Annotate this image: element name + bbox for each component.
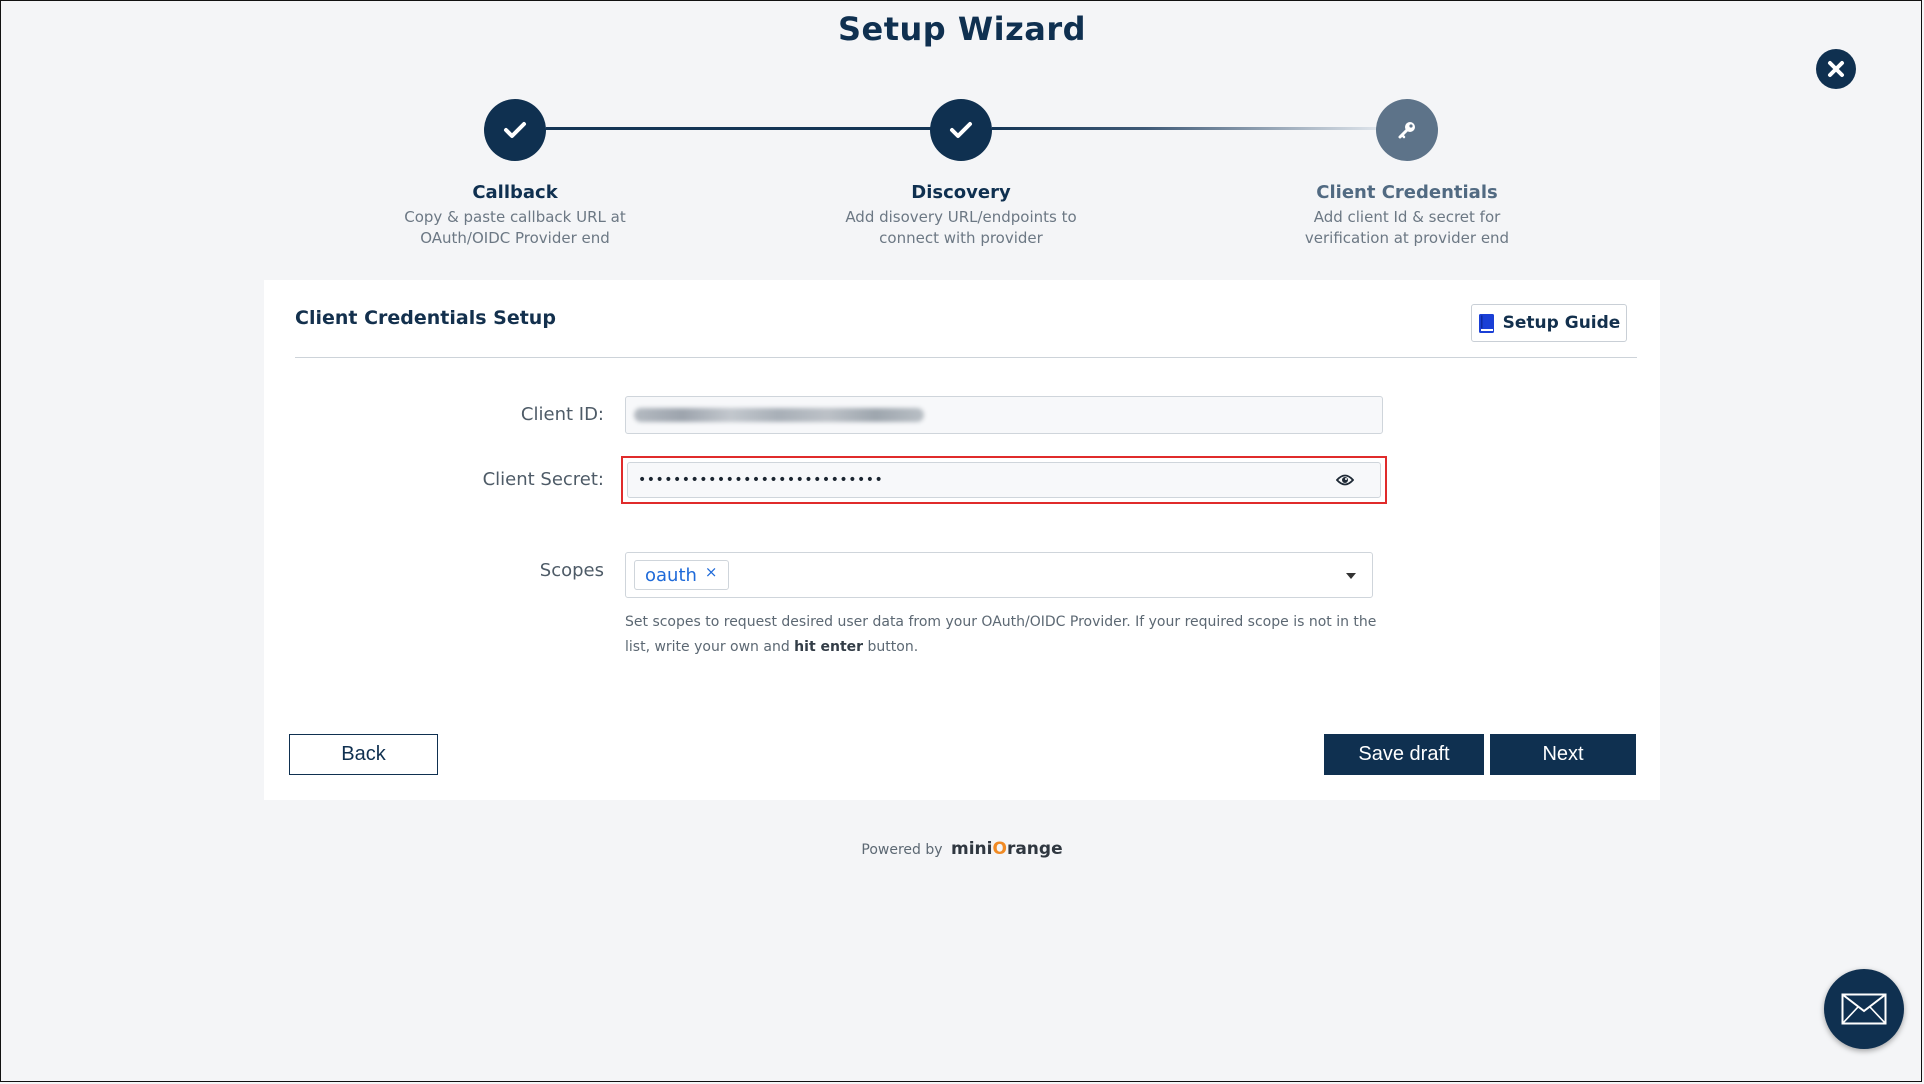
back-button[interactable]: Back — [289, 734, 438, 775]
step-client-credentials-description: Add client Id & secret for verification … — [1247, 207, 1567, 249]
mail-icon — [1841, 993, 1887, 1025]
step-client-credentials-label: Client Credentials — [1316, 182, 1498, 203]
book-icon — [1478, 313, 1494, 333]
client-id-label: Client ID: — [520, 404, 604, 425]
step-callback-desc-line1: Copy & paste callback URL at — [404, 208, 626, 226]
card-title: Client Credentials Setup — [295, 307, 556, 329]
step-client-credentials-desc-line2: verification at provider end — [1304, 229, 1510, 247]
step-client-credentials[interactable]: Client Credentials Add client Id & secre… — [1247, 99, 1567, 249]
step-client-credentials-desc-line1: Add client Id & secret for — [1313, 208, 1501, 226]
scopes-label: Scopes — [539, 560, 604, 581]
step-discovery-desc-line1: Add disovery URL/endpoints to — [845, 208, 1077, 226]
close-button[interactable] — [1816, 49, 1856, 89]
save-draft-button[interactable]: Save draft — [1324, 734, 1484, 775]
scopes-select[interactable]: oauth × — [625, 552, 1373, 598]
step-callback-desc-line2: OAuth/OIDC Provider end — [420, 229, 610, 247]
miniorange-logo[interactable]: miniOrange — [951, 839, 1063, 859]
client-id-input[interactable] — [625, 396, 1383, 434]
scopes-help-part1: Set scopes to request desired user data … — [625, 614, 1377, 655]
close-icon — [1828, 61, 1844, 77]
footer: Powered by miniOrange — [0, 839, 1924, 859]
step-callback-circle — [484, 99, 546, 161]
check-icon — [504, 122, 526, 138]
step-discovery-desc-line2: connect with provider — [879, 229, 1043, 247]
step-discovery-label: Discovery — [911, 182, 1011, 203]
setup-guide-button[interactable]: Setup Guide — [1471, 304, 1627, 342]
contact-support-button[interactable] — [1824, 969, 1904, 1049]
key-icon — [1398, 122, 1415, 139]
scope-tag-label: oauth — [645, 564, 697, 586]
scope-tag-remove[interactable]: × — [705, 563, 718, 581]
page-title: Setup Wizard — [837, 10, 1087, 48]
step-discovery[interactable]: Discovery Add disovery URL/endpoints to … — [801, 99, 1121, 249]
step-client-credentials-circle — [1376, 99, 1438, 161]
step-callback-description: Copy & paste callback URL at OAuth/OIDC … — [355, 207, 675, 249]
eye-icon[interactable] — [1336, 473, 1354, 487]
next-button[interactable]: Next — [1490, 734, 1636, 775]
step-discovery-description: Add disovery URL/endpoints to connect wi… — [801, 207, 1121, 249]
client-secret-input[interactable]: •••••••••••••••••••••••••••• — [627, 462, 1381, 498]
client-secret-value: •••••••••••••••••••••••••••• — [638, 472, 884, 488]
powered-by-text: Powered by — [861, 842, 943, 858]
step-callback-label: Callback — [472, 182, 558, 203]
client-id-redacted-value — [634, 408, 924, 422]
brand-suffix: range — [1006, 839, 1063, 859]
check-icon — [950, 122, 972, 138]
client-secret-label: Client Secret: — [482, 469, 604, 490]
card-divider — [295, 357, 1637, 358]
client-credentials-card: Client Credentials Setup Setup Guide Cli… — [264, 280, 1660, 800]
step-discovery-circle — [930, 99, 992, 161]
brand-o: O — [992, 839, 1007, 859]
setup-guide-label: Setup Guide — [1502, 313, 1621, 333]
step-callback[interactable]: Callback Copy & paste callback URL at OA… — [355, 99, 675, 249]
scopes-help-part2: button. — [863, 639, 919, 655]
brand-prefix: mini — [951, 839, 993, 859]
scope-tag-oauth: oauth × — [634, 560, 729, 590]
chevron-down-icon[interactable] — [1346, 573, 1356, 579]
scopes-help-bold: hit enter — [794, 639, 864, 655]
scopes-help-text: Set scopes to request desired user data … — [625, 610, 1395, 660]
